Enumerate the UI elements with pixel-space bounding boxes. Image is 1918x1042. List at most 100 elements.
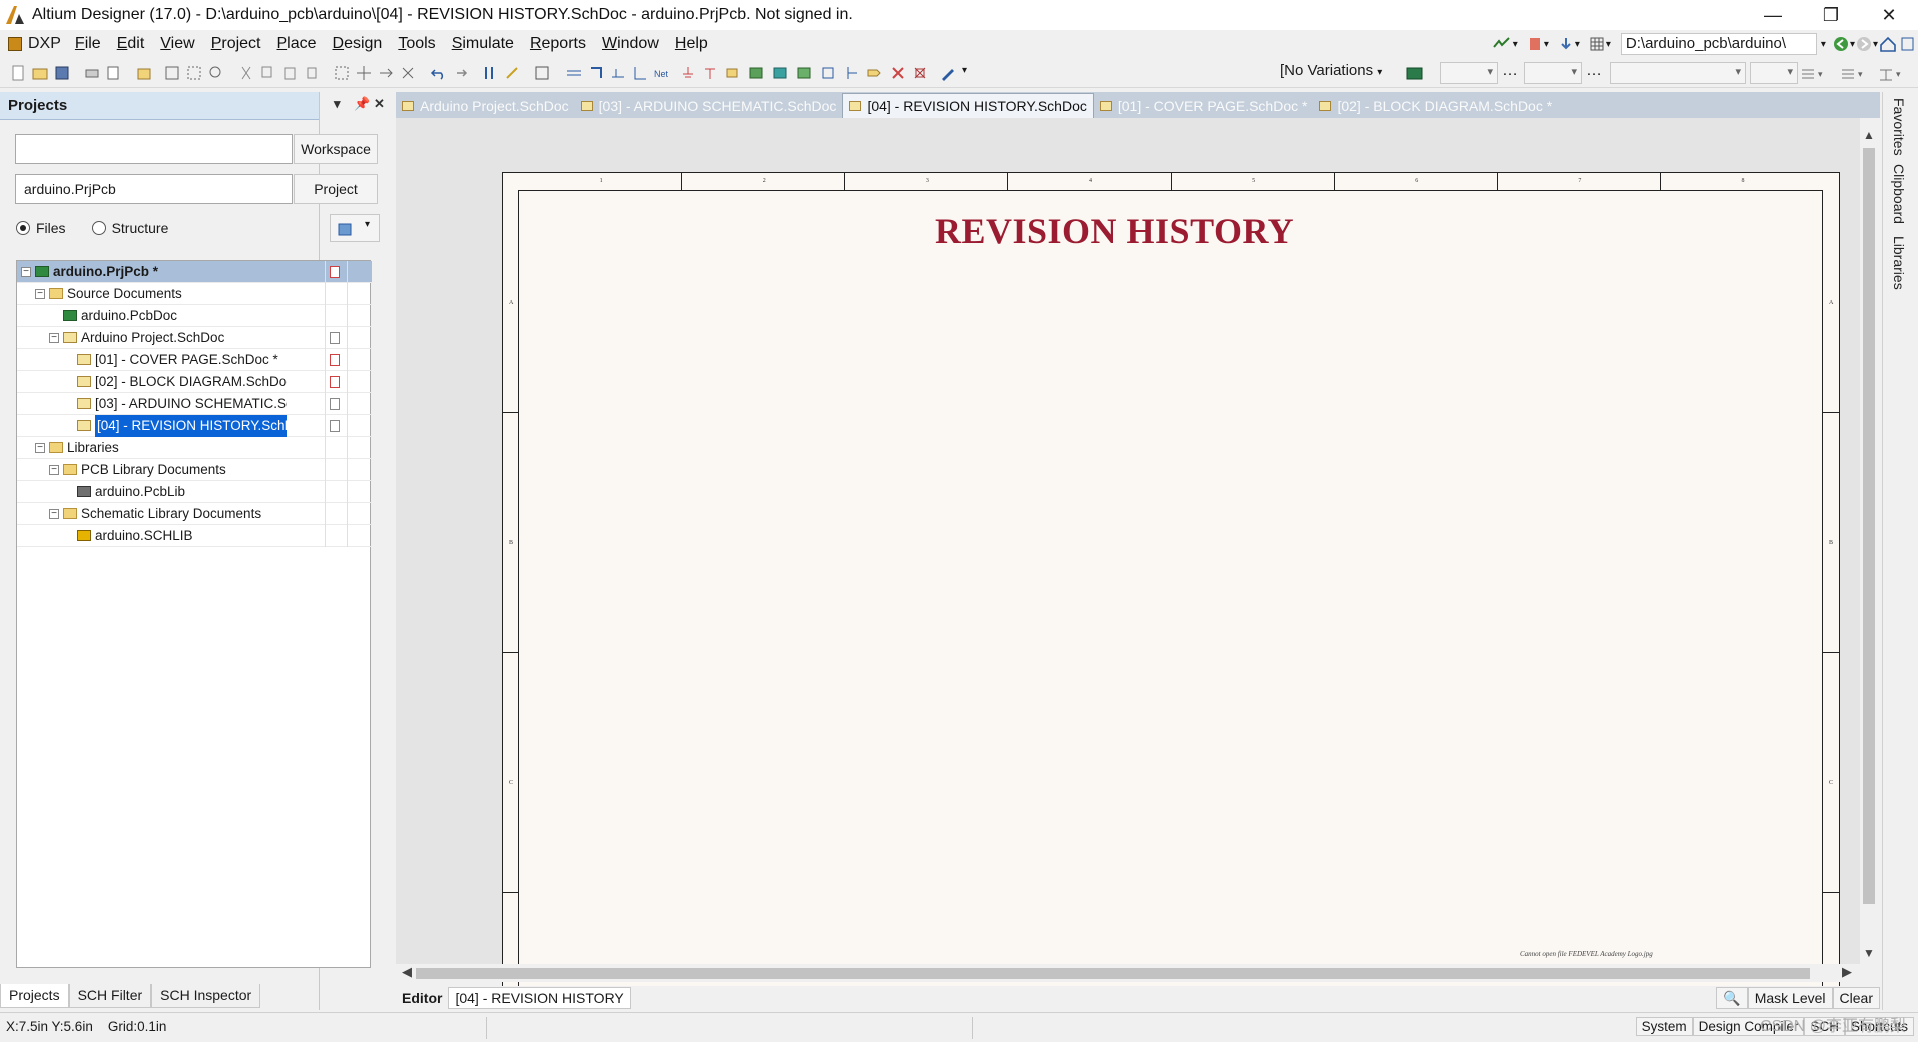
panel-close-icon[interactable]: ✕ [374,96,385,112]
vertical-scrollbar[interactable]: ▲ ▼ [1860,124,1878,964]
align-icon[interactable]: ▾ [1800,66,1828,82]
menu-window[interactable]: Window [594,30,667,58]
place-net-label-icon[interactable]: Net [654,65,670,81]
variations-combo[interactable]: [No Variations ▾ [1280,62,1382,79]
collapse-icon[interactable]: − [49,465,59,475]
tree-row[interactable]: [03] - ARDUINO SCHEMATIC.SchDoc [17,393,372,415]
doc-tab-active[interactable]: [04] - REVISION HISTORY.SchDoc [842,93,1094,118]
open-folder-icon[interactable] [32,65,48,81]
place-bus-entry-icon[interactable] [610,65,626,81]
gnd-port-icon[interactable] [680,65,696,81]
files-radio-label[interactable]: Files [36,220,66,236]
paste-icon[interactable] [282,65,298,81]
menu-simulate[interactable]: Simulate [444,30,522,58]
tree-row[interactable]: − Schematic Library Documents [17,503,372,525]
restore-button[interactable]: ❐ [1802,0,1860,30]
more-icon[interactable]: … [1502,62,1518,80]
project-options-button[interactable]: ▾ [330,214,380,242]
place-port-icon[interactable] [866,65,882,81]
project-field[interactable]: arduino.PrjPcb [15,174,293,204]
workspace-field[interactable] [15,134,293,164]
collapse-icon[interactable]: − [35,289,45,299]
copy-icon[interactable] [260,65,276,81]
place-part-icon[interactable] [724,65,740,81]
place-sheet-symbol-icon[interactable] [748,65,764,81]
filter-combo-1[interactable] [1440,62,1498,84]
tab-sch-filter[interactable]: SCH Filter [68,984,152,1008]
filter-combo-2[interactable] [1524,62,1582,84]
chevron-down-icon[interactable]: ▾ [1821,39,1826,50]
deselect-icon[interactable] [400,65,416,81]
scroll-thumb[interactable] [1863,148,1875,904]
system-button[interactable]: System [1635,1017,1693,1036]
scroll-up-icon[interactable]: ▲ [1863,128,1875,142]
editor-doc-tab[interactable]: [04] - REVISION HISTORY [448,987,631,1009]
doc-tab[interactable]: [01] - COVER PAGE.SchDoc * [1094,94,1314,118]
menu-tools[interactable]: Tools [390,30,443,58]
chevron-down-icon[interactable]: ▾ [1544,39,1549,50]
collapse-icon[interactable]: − [49,509,59,519]
home-icon[interactable] [1878,35,1898,53]
redo-icon[interactable] [452,65,468,81]
filter-combo-4[interactable] [1750,62,1798,84]
clipboard-panel-tab[interactable]: Clipboard [1891,164,1907,224]
place-device-sheet-icon[interactable] [796,65,812,81]
close-button[interactable]: ✕ [1860,0,1918,30]
scroll-down-icon[interactable]: ▼ [1863,946,1875,960]
project-button[interactable]: Project [294,174,378,204]
favorites-panel-tab[interactable]: Favorites [1891,98,1907,156]
undo-icon[interactable] [430,65,446,81]
menu-file[interactable]: File [67,30,109,58]
menu-place[interactable]: Place [268,30,324,58]
document-icon[interactable] [1526,35,1544,53]
scroll-left-icon[interactable]: ◀ [402,964,412,980]
zoom-fit-icon[interactable] [164,65,180,81]
doc-tab[interactable]: [02] - BLOCK DIAGRAM.SchDoc * [1313,94,1558,118]
structure-radio[interactable] [91,221,106,235]
menu-edit[interactable]: Edit [109,30,153,58]
chevron-down-icon[interactable]: ▾ [1575,39,1580,50]
arrow-down-icon[interactable] [1557,35,1575,53]
cut-icon[interactable] [238,65,254,81]
menu-reports[interactable]: Reports [522,30,594,58]
print-preview-icon[interactable] [106,65,122,81]
cross-probe-icon[interactable] [504,65,520,81]
tree-row[interactable]: − PCB Library Documents [17,459,372,481]
move-icon[interactable] [356,65,372,81]
menu-project[interactable]: Project [203,30,269,58]
arrange-icon[interactable]: ▾ [1878,66,1906,82]
place-bus-icon[interactable] [588,65,604,81]
doc-tab[interactable]: Arduino Project.SchDoc [396,94,575,118]
collapse-icon[interactable]: − [35,443,45,453]
project-compile-icon[interactable] [1491,35,1513,53]
tab-sch-inspector[interactable]: SCH Inspector [151,984,261,1008]
save-icon[interactable] [54,65,70,81]
place-sheet-entry-icon[interactable] [772,65,788,81]
filter-combo-3[interactable] [1610,62,1746,84]
tree-row[interactable]: − arduino.PrjPcb * [17,261,372,283]
place-harness-entry-icon[interactable] [844,65,860,81]
workspace-button[interactable]: Workspace [294,134,378,164]
clear-button[interactable]: Clear [1832,987,1880,1009]
zoom-selected-icon[interactable] [208,65,224,81]
chevron-down-icon[interactable]: ▾ [1513,39,1518,50]
hierarchy-icon[interactable] [482,65,498,81]
tree-row[interactable]: [04] - REVISION HISTORY.SchDoc [17,415,372,437]
more-icon[interactable]: … [1586,62,1602,80]
files-radio[interactable] [16,221,30,235]
scroll-thumb[interactable] [416,968,1810,979]
chevron-down-icon[interactable]: ▾ [962,65,967,76]
structure-radio-label[interactable]: Structure [112,220,169,236]
pin-icon[interactable]: 📌 [354,96,370,112]
menu-dxp[interactable]: DXP [0,35,67,53]
tree-row[interactable]: − Source Documents [17,283,372,305]
panel-menu-icon[interactable]: ▾ [334,96,341,112]
grid-icon[interactable] [1588,35,1606,53]
tree-row[interactable]: [01] - COVER PAGE.SchDoc * [17,349,372,371]
tree-row[interactable]: [02] - BLOCK DIAGRAM.SchDoc * [17,371,372,393]
path-combo[interactable]: D:\arduino_pcb\arduino\ [1620,33,1817,55]
forward-icon[interactable] [1855,35,1873,53]
zoom-area-icon[interactable] [186,65,202,81]
minimize-button[interactable]: — [1744,0,1802,30]
doc-tab[interactable]: [03] - ARDUINO SCHEMATIC.SchDoc [575,94,843,118]
